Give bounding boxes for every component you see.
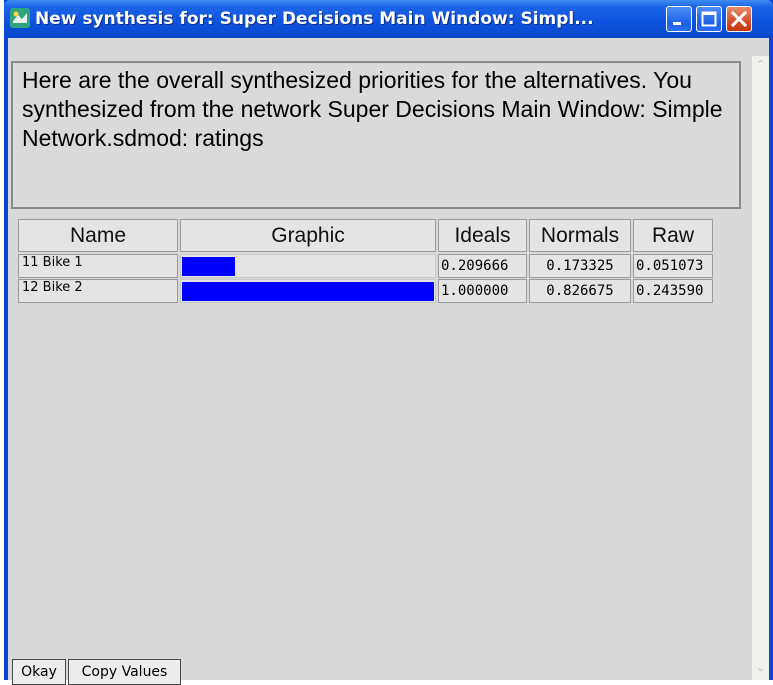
scroll-up-arrow-icon[interactable]: ⌃ — [753, 58, 768, 73]
okay-button[interactable]: Okay — [12, 659, 66, 685]
row-graphic-cell — [180, 279, 436, 303]
priority-bar — [182, 257, 235, 276]
row-name-cell: 12 Bike 2 — [18, 279, 178, 303]
row-ideals-cell: 0.209666 — [438, 254, 527, 278]
row-ideals-cell: 1.000000 — [438, 279, 527, 303]
row-graphic-cell — [180, 254, 436, 278]
row-name-cell: 11 Bike 1 — [18, 254, 178, 278]
maximize-button[interactable] — [696, 6, 722, 32]
vertical-scrollbar[interactable]: ⌃ ⌄ — [752, 56, 769, 680]
header-name[interactable]: Name — [18, 219, 178, 252]
scroll-down-arrow-icon[interactable]: ⌄ — [753, 661, 768, 676]
close-icon — [730, 10, 748, 28]
copy-values-button[interactable]: Copy Values — [68, 659, 181, 685]
close-button[interactable] — [726, 6, 752, 32]
row-normals-cell: 0.173325 — [529, 254, 631, 278]
title-bar[interactable]: New synthesis for: Super Decisions Main … — [4, 0, 773, 38]
header-normals[interactable]: Normals — [529, 219, 631, 252]
minimize-icon — [673, 22, 681, 25]
header-raw[interactable]: Raw — [633, 219, 713, 252]
client-area: Here are the overall synthesized priorit… — [8, 38, 769, 685]
row-normals-cell: 0.826675 — [529, 279, 631, 303]
row-raw-cell: 0.051073 — [633, 254, 713, 278]
synthesis-window: New synthesis for: Super Decisions Main … — [4, 0, 773, 685]
row-raw-cell: 0.243590 — [633, 279, 713, 303]
minimize-button[interactable] — [666, 6, 692, 32]
synthesis-message: Here are the overall synthesized priorit… — [22, 67, 723, 151]
priority-bar — [182, 282, 434, 301]
app-icon — [10, 8, 30, 28]
header-graphic[interactable]: Graphic — [180, 219, 436, 252]
header-ideals[interactable]: Ideals — [438, 219, 527, 252]
maximize-icon — [701, 11, 717, 27]
window-title: New synthesis for: Super Decisions Main … — [35, 9, 594, 29]
